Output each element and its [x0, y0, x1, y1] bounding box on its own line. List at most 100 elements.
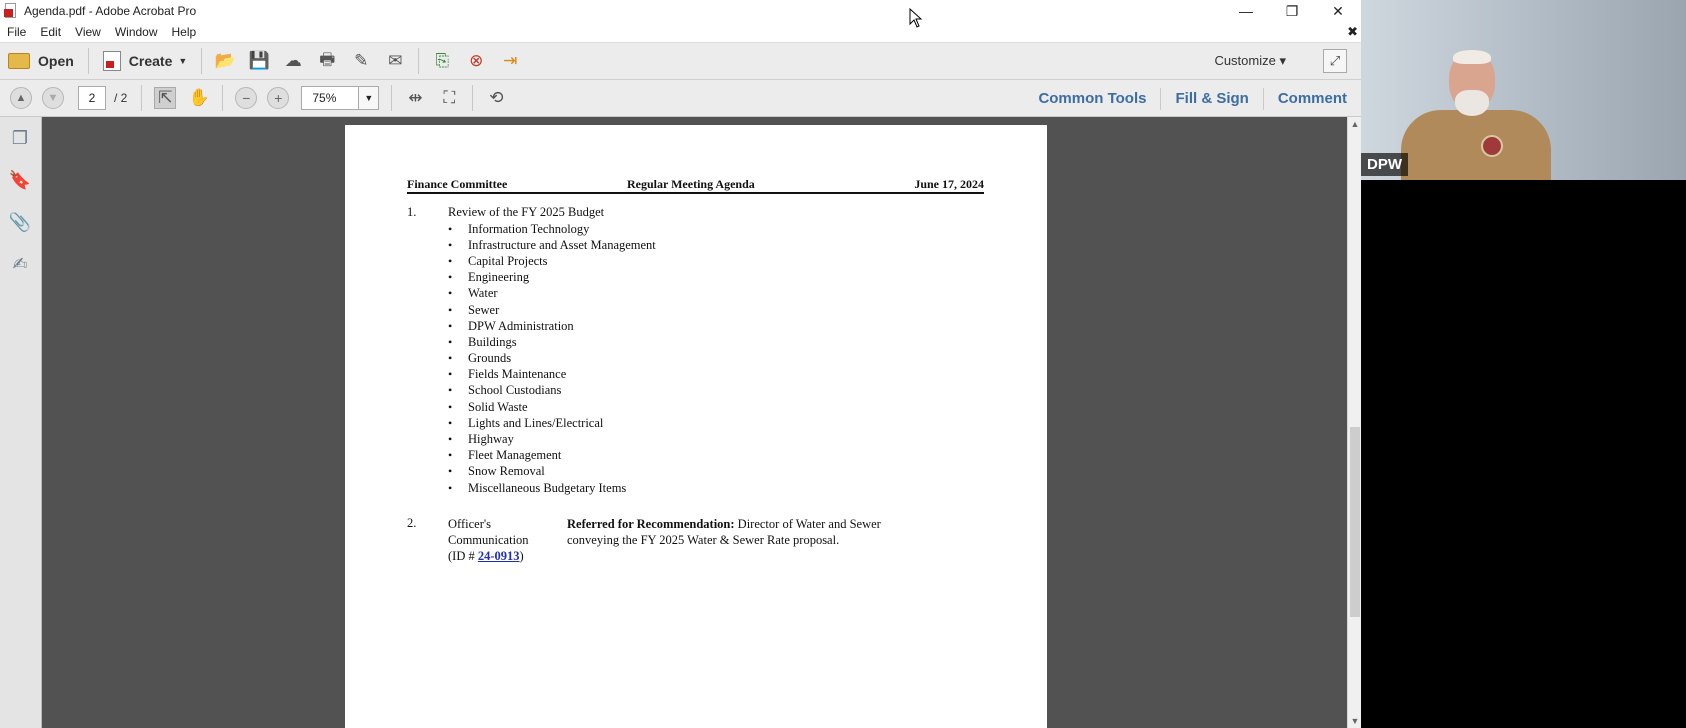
participant-video [1401, 110, 1551, 180]
agenda-id-link[interactable]: 24-0913 [478, 549, 520, 563]
customize-dropdown[interactable]: Customize ▾ [1214, 53, 1286, 69]
toolbar-separator [391, 85, 393, 111]
navigation-toolbar: ▲ ▼ 2 / 2 ⇱ ✋ − + 75% ▼ ⇹ ⛶ ⟲ Common Too… [0, 80, 1361, 117]
task-panes: Common Tools Fill & Sign Comment [1024, 80, 1361, 117]
page-thumbnails-icon[interactable]: ❐ [10, 127, 30, 149]
minimize-button[interactable]: — [1223, 0, 1269, 22]
list-item: • Sewer [448, 302, 500, 317]
select-tool-icon[interactable]: ⇱ [154, 87, 177, 109]
list-item: • Solid Waste [448, 399, 528, 414]
list-item: • Fields Maintenance [448, 367, 567, 382]
list-item: • Water [448, 286, 498, 301]
chevron-down-icon: ▼ [178, 56, 188, 66]
next-page-icon[interactable]: ▼ [42, 87, 64, 109]
participant-name-label: DPW [1361, 153, 1408, 176]
common-tools-tab[interactable]: Common Tools [1024, 90, 1160, 107]
menu-file[interactable]: File [0, 25, 33, 39]
restore-button[interactable]: ❐ [1269, 0, 1315, 22]
pdf-page: Finance Committee Regular Meeting Agenda… [345, 125, 1047, 728]
video-participant-tile: DPW [1361, 0, 1686, 180]
list-item: • DPW Administration [448, 318, 574, 333]
document-viewport[interactable]: Finance Committee Regular Meeting Agenda… [42, 117, 1347, 728]
bookmarks-icon[interactable]: 🔖 [9, 169, 31, 191]
fill-sign-tab[interactable]: Fill & Sign [1161, 90, 1262, 107]
cloud-upload-icon[interactable]: ☁ [282, 50, 304, 72]
list-item: • School Custodians [448, 383, 562, 398]
create-label: Create [128, 53, 173, 69]
list-item: • Buildings [448, 334, 517, 349]
header-title: Regular Meeting Agenda [627, 177, 755, 191]
communication-line: Communication [448, 533, 529, 547]
fit-page-icon[interactable]: ⛶ [438, 87, 460, 109]
mouse-cursor-icon [909, 8, 923, 28]
header-date: June 17, 2024 [914, 177, 984, 191]
edit-icon[interactable]: ✎ [350, 50, 372, 72]
zoom-in-icon[interactable]: + [267, 87, 290, 109]
list-item: • Snow Removal [448, 464, 545, 479]
list-item: • Highway [448, 432, 514, 447]
menu-window[interactable]: Window [108, 25, 165, 39]
comment-tab[interactable]: Comment [1264, 90, 1361, 107]
scroll-down-icon[interactable]: ▼ [1348, 714, 1362, 728]
extract-page-icon[interactable]: ⇥ [499, 50, 521, 72]
attachments-icon[interactable]: 📎 [9, 211, 31, 233]
previous-page-icon[interactable]: ▲ [10, 87, 32, 109]
referral-description: Referred for Recommendation: Director of… [567, 516, 887, 548]
hand-tool-icon[interactable]: ✋ [188, 87, 210, 109]
folder-icon [8, 53, 30, 69]
insert-page-icon[interactable]: ⎘ [431, 50, 453, 72]
open-button[interactable]: Open [0, 46, 82, 76]
item-title: Review of the FY 2025 Budget [448, 205, 605, 219]
save-icon[interactable]: 💾 [248, 50, 270, 72]
read-mode-icon[interactable]: ⟲ [485, 87, 507, 109]
list-item: • Lights and Lines/Electrical [448, 415, 604, 430]
menu-edit[interactable]: Edit [33, 25, 68, 39]
scroll-up-icon[interactable]: ▲ [1348, 117, 1362, 131]
menu-help[interactable]: Help [165, 25, 204, 39]
signatures-icon[interactable]: ✍ [10, 253, 30, 275]
list-item: • Information Technology [448, 221, 590, 236]
item-number: 2. [407, 516, 417, 530]
officer-communication: Officer's Communication (ID # 24-0913) [448, 516, 529, 564]
menu-view[interactable]: View [68, 25, 108, 39]
header-committee: Finance Committee [407, 177, 508, 191]
zoom-level-input[interactable]: 75% [301, 86, 360, 110]
open-folder-icon[interactable]: 📂 [214, 50, 236, 72]
id-line: (ID # 24-0913) [448, 549, 524, 563]
vertical-scrollbar[interactable]: ▲ ▼ [1347, 117, 1361, 728]
toolbar-separator [472, 85, 474, 111]
close-document-icon[interactable]: ✖ [1347, 24, 1358, 40]
open-label: Open [38, 53, 74, 69]
item-number: 1. [407, 205, 417, 219]
zoom-dropdown-icon[interactable]: ▼ [359, 86, 380, 110]
list-item: • Infrastructure and Asset Management [448, 237, 656, 252]
toolbar-separator [418, 48, 420, 74]
officer-line: Officer's [448, 517, 491, 531]
title-bar: Agenda.pdf - Adobe Acrobat Pro — ❐ ✕ [0, 0, 1361, 22]
budget-department-list: • Information Technology • Infrastructure … [448, 221, 656, 496]
page-number-input[interactable]: 2 [78, 86, 106, 110]
list-item: • Miscellaneous Budgetary Items [448, 480, 627, 495]
zoom-out-icon[interactable]: − [235, 87, 258, 109]
expand-icon[interactable]: ⤢ [1323, 49, 1347, 73]
create-button[interactable]: Create ▼ [95, 46, 196, 76]
main-toolbar: Open Create ▼ 📂 💾 ☁ 🖶 ✎ ✉ ⎘ ⊗ ⇥ Customiz… [0, 43, 1361, 80]
page-header: Finance Committee Regular Meeting Agenda… [407, 177, 984, 194]
page-total: / 2 [114, 91, 128, 105]
acrobat-app-icon [4, 3, 18, 19]
left-navigation-panel: ❐ 🔖 📎 ✍ [0, 117, 42, 728]
delete-page-icon[interactable]: ⊗ [465, 50, 487, 72]
toolbar-separator [87, 48, 89, 74]
toolbar-separator [222, 85, 224, 111]
list-item: • Capital Projects [448, 253, 548, 268]
close-button[interactable]: ✕ [1315, 0, 1361, 22]
scrollbar-thumb[interactable] [1350, 427, 1360, 617]
toolbar-separator [201, 48, 203, 74]
email-icon[interactable]: ✉ [384, 50, 406, 72]
fit-width-icon[interactable]: ⇹ [404, 87, 426, 109]
list-item: • Fleet Management [448, 448, 562, 463]
window-title: Agenda.pdf - Adobe Acrobat Pro [24, 4, 197, 18]
menu-bar: File Edit View Window Help ✖ [0, 22, 1361, 43]
window-controls: — ❐ ✕ [1223, 0, 1361, 22]
print-icon[interactable]: 🖶 [316, 50, 338, 72]
